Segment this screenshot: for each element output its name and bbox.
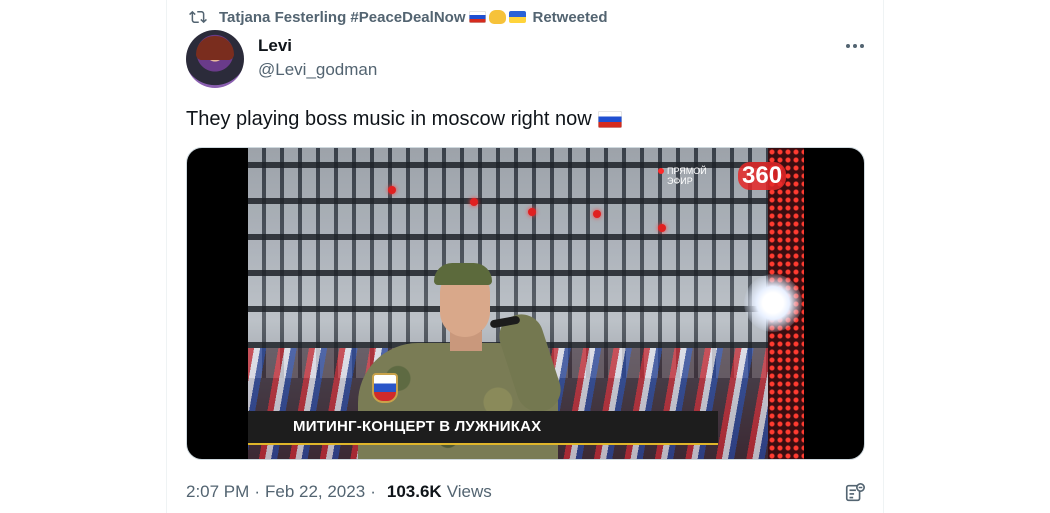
views-label: Views — [446, 482, 492, 501]
flag-russia-icon — [597, 111, 622, 128]
more-options-icon[interactable] — [843, 36, 867, 56]
live-dot-icon — [658, 168, 664, 174]
tweet-time[interactable]: 2:07 PM — [186, 482, 249, 502]
live-badge: ПРЯМОЙ ЭФИР — [658, 166, 707, 186]
tweet-date[interactable]: Feb 22, 2023 — [265, 482, 365, 502]
retweeted-label: Retweeted — [532, 8, 608, 26]
analytics-icon[interactable] — [844, 482, 866, 504]
flag-patch — [372, 373, 398, 403]
video-player[interactable]: ПРЯМОЙ ЭФИР 360 МИТИНГ-КОНЦЕРТ В ЛУЖНИКА… — [186, 147, 865, 460]
spotlight — [744, 274, 802, 332]
views-count: 103.6K — [386, 482, 442, 501]
flag-russia-icon — [469, 11, 487, 23]
live-label-line1: ПРЯМОЙ — [667, 166, 707, 176]
handshake-icon — [489, 10, 507, 24]
meta-separator: · — [370, 482, 376, 501]
meta-separator: · — [254, 482, 260, 501]
channel-logo: 360 — [738, 162, 787, 190]
retweet-context[interactable]: Tatjana Festerling #PeaceDealNow Retweet… — [189, 6, 608, 28]
broadcast-caption: МИТИНГ-КОНЦЕРТ В ЛУЖНИКАХ — [248, 411, 718, 445]
tweet-text-body: They playing boss music in moscow right … — [186, 108, 592, 130]
flag-ukraine-icon — [509, 11, 527, 23]
retweet-icon — [189, 10, 207, 24]
video-frame[interactable]: ПРЯМОЙ ЭФИР 360 МИТИНГ-КОНЦЕРТ В ЛУЖНИКА… — [248, 148, 804, 459]
tweet-meta: 2:07 PM · Feb 22, 2023 · 103.6K Views — [186, 482, 492, 502]
tweet-column: Tatjana Festerling #PeaceDealNow Retweet… — [166, 0, 884, 513]
tweet-text: They playing boss music in moscow right … — [186, 108, 622, 131]
author-name[interactable]: Levi — [258, 36, 292, 56]
caption-text: МИТИНГ-КОНЦЕРТ В ЛУЖНИКАХ — [293, 418, 542, 435]
avatar[interactable] — [186, 30, 244, 88]
live-label-line2: ЭФИР — [667, 176, 693, 186]
retweeter-name[interactable]: Tatjana Festerling #PeaceDealNow — [219, 9, 465, 26]
author-handle[interactable]: @Levi_godman — [258, 60, 377, 80]
